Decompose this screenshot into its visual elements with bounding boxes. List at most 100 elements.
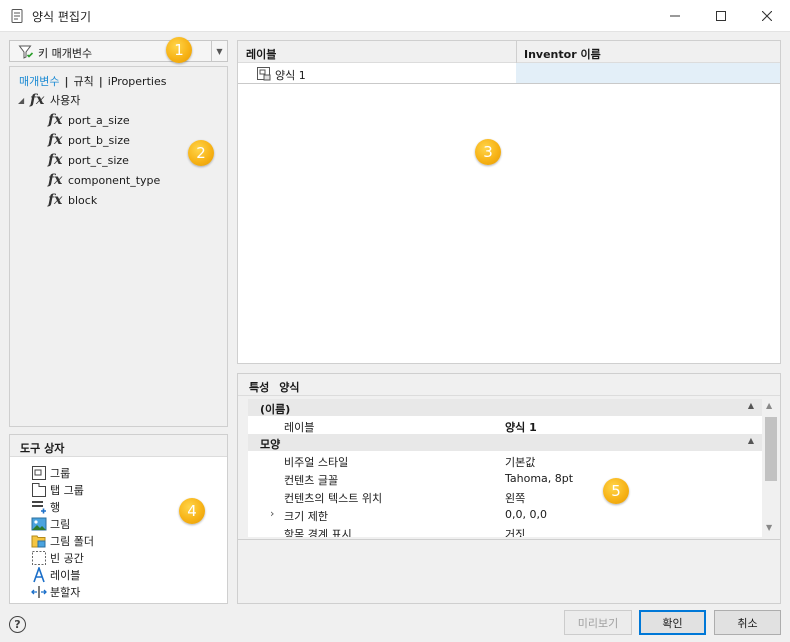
form-label-cell[interactable]: 양식 1 <box>238 63 516 84</box>
property-row[interactable]: 비주얼 스타일 기본값 <box>248 451 762 469</box>
tab-separator: | <box>98 75 103 88</box>
expand-arrow-icon[interactable]: › <box>270 507 274 520</box>
parameter-item[interactable]: fx block <box>48 191 97 209</box>
toolbox-item-label: 레이블 <box>50 568 81 582</box>
parameter-filter-dropdown[interactable]: 키 매개변수 ▼ <box>9 40 228 62</box>
property-name: 컨텐츠의 텍스트 위치 <box>284 492 383 505</box>
column-header-inventor-name[interactable]: Inventor 이름 <box>524 46 601 62</box>
callout-badge: 2 <box>188 140 214 166</box>
grid-header: 레이블 Inventor 이름 <box>238 41 780 63</box>
function-icon: fx <box>30 92 45 108</box>
property-scrollbar[interactable]: ▲ ▼ <box>763 399 779 537</box>
toolbox-item-picture[interactable]: 그림 <box>31 515 70 532</box>
collapse-arrow-icon[interactable]: ◢ <box>18 96 30 105</box>
close-icon <box>762 11 772 21</box>
property-description-area <box>238 539 780 603</box>
callout-badge: 4 <box>179 498 205 524</box>
parameter-name: port_b_size <box>68 133 130 147</box>
picture-folder-icon <box>31 535 46 547</box>
tree-node-user[interactable]: ◢ fx 사용자 <box>18 92 80 108</box>
property-value[interactable]: 양식 1 <box>505 419 537 435</box>
form-icon <box>257 67 271 81</box>
property-value[interactable]: Tahoma, 8pt <box>505 472 573 485</box>
minimize-icon <box>670 15 680 17</box>
property-grid: (이름) ▲ 레이블 양식 1 모양 ▲ 비주얼 스타일 기본값 컨텐츠 글꼴 … <box>248 399 762 537</box>
label-icon <box>33 566 45 582</box>
property-value[interactable]: 기본값 <box>505 454 535 470</box>
filter-icon <box>18 45 34 59</box>
parameter-name: port_a_size <box>68 113 130 127</box>
property-name: 크기 제한 <box>284 510 328 523</box>
toolbox-item-label: 빈 공간 <box>50 551 84 565</box>
form-row[interactable]: 양식 1 <box>238 63 780 84</box>
property-row[interactable]: 항목 경계 표시 거짓 <box>248 523 762 537</box>
parameter-item[interactable]: fx port_a_size <box>48 111 130 129</box>
ok-button[interactable]: 확인 <box>639 610 706 635</box>
inventor-name-cell[interactable] <box>516 63 780 84</box>
tab-separator: | <box>64 75 69 88</box>
scrollbar-thumb[interactable] <box>765 417 777 481</box>
callout-badge: 5 <box>603 478 629 504</box>
property-name: 항목 경계 표시 <box>284 528 352 537</box>
maximize-icon <box>716 11 726 21</box>
window-title: 양식 편집기 <box>32 10 92 24</box>
preview-button[interactable]: 미리보기 <box>564 610 632 635</box>
collapse-arrow-icon[interactable]: ▲ <box>748 436 754 445</box>
toolbox-title: 도구 상자 <box>10 435 227 457</box>
property-row[interactable]: 컨텐츠의 텍스트 위치 왼쪽 <box>248 487 762 505</box>
property-name: 컨텐츠 글꼴 <box>284 474 339 487</box>
column-divider[interactable] <box>516 41 517 63</box>
tree-node-label: 사용자 <box>50 94 81 107</box>
property-value[interactable]: 0,0, 0,0 <box>505 508 547 521</box>
help-icon[interactable]: ? <box>9 616 26 633</box>
function-icon: fx <box>48 132 63 148</box>
parameter-name: component_type <box>68 173 161 187</box>
parameter-item[interactable]: fx component_type <box>48 171 160 189</box>
parameter-item[interactable]: fx port_b_size <box>48 131 130 149</box>
form-editor-icon <box>11 9 23 23</box>
close-button[interactable] <box>744 0 790 32</box>
property-name: 레이블 <box>284 421 315 434</box>
toolbox-item-group[interactable]: 그룹 <box>31 464 70 481</box>
scroll-up-icon[interactable]: ▲ <box>766 401 772 410</box>
property-value[interactable]: 왼쪽 <box>505 490 525 506</box>
tab-iproperties[interactable]: iProperties <box>108 75 167 88</box>
toolbox-item-empty-space[interactable]: 빈 공간 <box>31 549 84 566</box>
property-value[interactable]: 거짓 <box>505 526 525 537</box>
property-row[interactable]: 컨텐츠 글꼴 Tahoma, 8pt <box>248 469 762 487</box>
form-design-grid: 레이블 Inventor 이름 양식 1 <box>237 40 781 364</box>
cancel-button[interactable]: 취소 <box>714 610 781 635</box>
column-header-label[interactable]: 레이블 <box>246 46 276 62</box>
property-row[interactable]: 레이블 양식 1 <box>248 416 762 434</box>
parameter-tabs: 매개변수 | 규칙 | iProperties <box>19 73 166 89</box>
tab-rules[interactable]: 규칙 <box>74 73 94 89</box>
function-icon: fx <box>48 172 63 188</box>
toolbox-item-label: 탭 그룹 <box>50 483 84 497</box>
parameter-filter-label: 키 매개변수 <box>38 47 93 60</box>
title-bar: 양식 편집기 <box>0 0 790 32</box>
toolbox-item-tab-group[interactable]: 탭 그룹 <box>31 481 84 498</box>
toolbox-item-label[interactable]: 레이블 <box>31 566 80 583</box>
property-row[interactable]: › 크기 제한 0,0, 0,0 <box>248 505 762 523</box>
callout-badge: 1 <box>166 37 192 63</box>
property-category[interactable]: 모양 ▲ <box>248 434 762 451</box>
parameter-item[interactable]: fx port_c_size <box>48 151 129 169</box>
properties-title: 특성 <box>249 381 270 394</box>
toolbox-item-splitter[interactable]: 분할자 <box>31 583 80 600</box>
dialog-footer: ? 미리보기 확인 취소 <box>0 604 790 642</box>
collapse-arrow-icon[interactable]: ▲ <box>748 401 754 410</box>
scroll-down-icon[interactable]: ▼ <box>766 523 772 532</box>
toolbox-item-picture-folder[interactable]: 그림 폴더 <box>31 532 94 549</box>
properties-panel: 특성 양식 (이름) ▲ 레이블 양식 1 모양 ▲ 비주얼 스타일 기본값 컨텐… <box>237 373 781 604</box>
function-icon: fx <box>48 112 63 128</box>
toolbox-item-row[interactable]: 행 <box>31 498 60 515</box>
tab-group-icon <box>32 482 46 497</box>
chevron-down-icon[interactable]: ▼ <box>211 41 227 61</box>
properties-header: 특성 양식 <box>238 374 780 396</box>
picture-icon <box>31 517 47 530</box>
property-category[interactable]: (이름) ▲ <box>248 399 762 416</box>
tab-parameters[interactable]: 매개변수 <box>19 73 59 89</box>
maximize-button[interactable] <box>698 0 744 32</box>
minimize-button[interactable] <box>652 0 698 32</box>
toolbox-item-label: 행 <box>50 500 61 514</box>
